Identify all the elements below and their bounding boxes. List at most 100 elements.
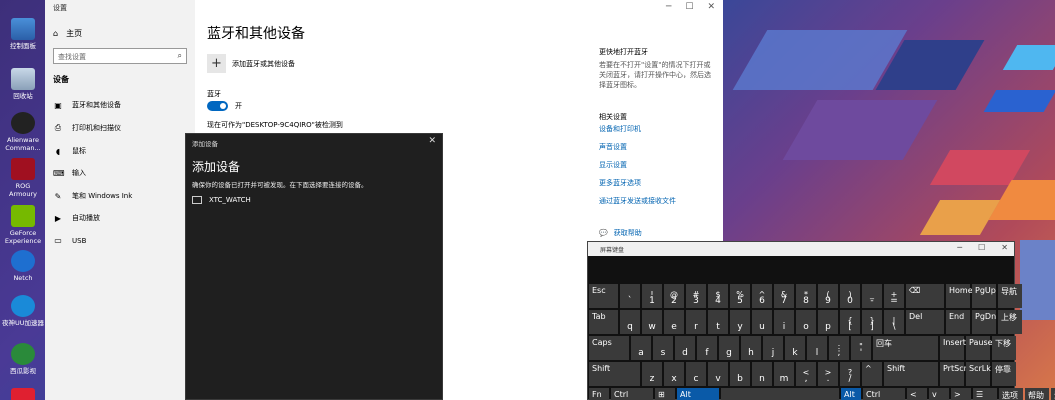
osk-key[interactable]: k (785, 336, 805, 360)
osk-key[interactable]: z (642, 362, 662, 386)
osk-key[interactable]: y (730, 310, 750, 334)
nav-home[interactable]: ⌂ 主页 (53, 28, 82, 39)
osk-key[interactable]: & 7 (774, 284, 794, 308)
osk-key[interactable]: 选项 (999, 388, 1023, 400)
osk-key[interactable]: Fn (589, 388, 609, 400)
osk-key[interactable]: d (675, 336, 695, 360)
nav-item-typing[interactable]: ⌨ 输入 (53, 168, 86, 178)
osk-key[interactable]: > (951, 388, 971, 400)
desktop-icon-recycle-bin[interactable]: 回收站 (1, 68, 45, 100)
osk-key[interactable]: Shift (884, 362, 938, 386)
osk-key[interactable]: h (741, 336, 761, 360)
bluetooth-toggle[interactable] (207, 101, 228, 111)
osk-key[interactable]: f (697, 336, 717, 360)
osk-key[interactable]: 停靠 (992, 362, 1016, 386)
osk-key[interactable]: n (752, 362, 772, 386)
osk-key[interactable]: % 5 (730, 284, 750, 308)
desktop-icon-dock[interactable] (1, 388, 45, 400)
nav-item-printers[interactable]: ⎙ 打印机和扫描仪 (53, 123, 121, 133)
osk-key[interactable]: u (752, 310, 772, 334)
osk-key[interactable]: Ctrl (611, 388, 653, 400)
link-more-bluetooth[interactable]: 更多蓝牙选项 (599, 178, 641, 188)
link-display-settings[interactable]: 显示设置 (599, 160, 627, 170)
osk-key[interactable]: Shift (589, 362, 640, 386)
osk-key[interactable]: ⊞ (655, 388, 675, 400)
osk-key[interactable]: 回车 (873, 336, 938, 360)
osk-key[interactable]: PgUp (972, 284, 996, 308)
link-send-receive-files[interactable]: 通过蓝牙发送或接收文件 (599, 196, 676, 206)
osk-key[interactable]: PrtScn (940, 362, 969, 386)
nav-item-pen[interactable]: ✎ 笔和 Windows Ink (53, 191, 133, 201)
osk-key[interactable]: r (686, 310, 706, 334)
osk-key[interactable]: :; (829, 336, 849, 360)
osk-key[interactable]: $4 (708, 284, 728, 308)
osk-key[interactable]: Pause (966, 336, 993, 360)
osk-key[interactable]: c (686, 362, 706, 386)
osk-key[interactable]: Esc (589, 284, 618, 308)
osk-key[interactable]: p (818, 310, 838, 334)
osk-key[interactable]: * 8 (796, 284, 816, 308)
osk-key[interactable]: ⌫ (906, 284, 944, 308)
osk-key[interactable]: @2 (664, 284, 684, 308)
osk-key[interactable]: < (907, 388, 927, 400)
maximize-icon[interactable]: ☐ (978, 243, 985, 252)
osk-key[interactable]: " ' (851, 336, 871, 360)
osk-key[interactable]: o (796, 310, 816, 334)
osk-key[interactable]: 上移 (998, 310, 1022, 334)
osk-key[interactable]: x (664, 362, 684, 386)
minimize-icon[interactable]: ─ (666, 2, 671, 12)
osk-key[interactable]: End (946, 310, 970, 334)
osk-key[interactable]: Alt (677, 388, 719, 400)
osk-key[interactable]: Alt (841, 388, 861, 400)
osk-key[interactable]: t (708, 310, 728, 334)
desktop-icon-geforce[interactable]: GeForce Experience (1, 205, 45, 245)
osk-key[interactable]: ) 0 (840, 284, 860, 308)
osk-key[interactable] (721, 388, 839, 400)
osk-key[interactable]: g (719, 336, 739, 360)
osk-key[interactable]: Caps (589, 336, 629, 360)
osk-key[interactable]: v (708, 362, 728, 386)
osk-key[interactable]: PgDn (972, 310, 996, 334)
osk-key[interactable]: (9 (818, 284, 838, 308)
osk-key[interactable]: m (774, 362, 794, 386)
osk-key[interactable]: <, (796, 362, 816, 386)
osk-key[interactable]: }] (862, 310, 882, 334)
maximize-icon[interactable]: ☐ (685, 2, 693, 12)
desktop-icon-netch[interactable]: Netch (1, 250, 45, 282)
desktop-icon-control-panel[interactable]: 控制面板 (1, 18, 45, 50)
osk-key[interactable]: Del (906, 310, 944, 334)
osk-key[interactable]: 淡化 (1051, 388, 1055, 400)
osk-key[interactable]: Home (946, 284, 973, 308)
osk-key[interactable]: ScrLk (966, 362, 991, 386)
osk-key[interactable]: {[ (840, 310, 860, 334)
osk-key[interactable]: q (620, 310, 640, 334)
osk-key[interactable]: ☰ (973, 388, 997, 400)
close-icon[interactable]: ✕ (707, 2, 715, 12)
minimize-icon[interactable]: ─ (957, 243, 962, 252)
osk-key[interactable]: 导航 (998, 284, 1022, 308)
osk-key[interactable]: v (929, 388, 949, 400)
osk-key[interactable]: j (763, 336, 783, 360)
link-devices-printers[interactable]: 设备和打印机 (599, 124, 641, 134)
osk-key[interactable]: >. (818, 362, 838, 386)
link-sound-settings[interactable]: 声音设置 (599, 142, 627, 152)
close-icon[interactable]: ✕ (428, 136, 436, 146)
osk-key[interactable]: ? / (840, 362, 860, 386)
osk-key[interactable]: b (730, 362, 750, 386)
device-list-item[interactable]: XTC_WATCH (192, 196, 251, 204)
osk-key[interactable]: Insert (940, 336, 966, 360)
osk-key[interactable]: 帮助 (1025, 388, 1049, 400)
osk-key[interactable]: w (642, 310, 662, 334)
osk-key[interactable]: ` (620, 284, 640, 308)
osk-key[interactable]: 下移 (992, 336, 1016, 360)
osk-key[interactable]: _ - (862, 284, 882, 308)
nav-item-autoplay[interactable]: ▶ 自动播放 (53, 213, 100, 223)
osk-key[interactable]: s (653, 336, 673, 360)
osk-key[interactable]: ^ 6 (752, 284, 772, 308)
nav-item-bluetooth[interactable]: ▣ 蓝牙和其他设备 (53, 100, 121, 110)
nav-item-mouse[interactable]: ◖ 鼠标 (53, 146, 86, 156)
search-input[interactable]: 查找设置 ⌕ (53, 48, 187, 64)
osk-key[interactable]: l (807, 336, 827, 360)
osk-key[interactable]: Tab (589, 310, 618, 334)
desktop-icon-xigua[interactable]: 西瓜影视 (1, 343, 45, 375)
